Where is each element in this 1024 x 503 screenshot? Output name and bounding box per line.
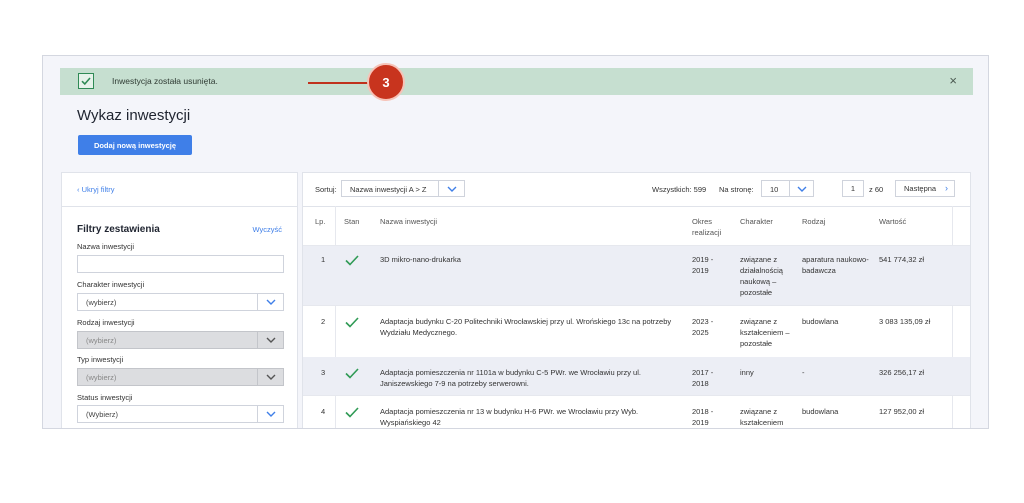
check-square-icon <box>78 73 94 89</box>
status-select[interactable]: (Wybierz) <box>77 405 284 423</box>
alert-message: Inwestycja została usunięta. <box>112 76 218 86</box>
cell-character: związane z kształceniem – pozostałe <box>740 317 790 348</box>
hide-filters-label: Ukryj filtry <box>81 185 115 194</box>
header-period[interactable]: Okres realizacji <box>692 216 732 238</box>
investments-table-panel: Sortuj: Nazwa inwestycji A > Z Wszystkic… <box>302 172 971 428</box>
cell-character: inny <box>740 368 754 377</box>
check-icon <box>345 366 359 384</box>
cell-kind: budowlana <box>802 407 839 416</box>
sort-select[interactable]: Nazwa inwestycji A > Z <box>341 180 465 197</box>
header-kind[interactable]: Rodzaj <box>802 216 825 227</box>
chevron-down-icon <box>257 332 283 348</box>
check-icon <box>345 253 359 271</box>
check-icon <box>345 315 359 333</box>
investment-name-input[interactable] <box>77 255 284 273</box>
annotation-line <box>308 82 368 84</box>
per-page-value: 10 <box>770 185 779 194</box>
cell-lp: 2 <box>321 317 326 326</box>
filter-label-kind: Rodzaj inwestycji <box>77 318 135 327</box>
sort-select-value: Nazwa inwestycji A > Z <box>350 185 427 194</box>
kind-select-value: (wybierz) <box>86 336 117 345</box>
cell-value: 127 952,00 zł <box>879 407 925 416</box>
filter-label-status: Status inwestycji <box>77 393 133 402</box>
page-title: Wykaz inwestycji <box>77 107 191 124</box>
chevron-right-icon: › <box>945 183 948 193</box>
cell-lp: 1 <box>321 255 326 264</box>
cell-period: 2018 - 2019 <box>692 407 714 427</box>
filter-label-character: Charakter inwestycji <box>77 280 145 289</box>
cell-name[interactable]: Adaptacja budynku C-20 Politechniki Wroc… <box>380 316 685 338</box>
per-page-label: Na stronę: <box>719 185 754 194</box>
header-name[interactable]: Nazwa inwestycji <box>380 216 437 227</box>
annotation-badge: 3 <box>367 63 405 101</box>
character-select-value: (wybierz) <box>86 298 117 307</box>
filter-label-type: Typ inwestycji <box>77 355 124 364</box>
chevron-down-icon <box>257 406 283 422</box>
header-lp: Lp. <box>315 217 326 226</box>
chevron-down-icon <box>438 181 464 196</box>
chevron-down-icon <box>789 181 813 196</box>
chevron-down-icon <box>257 294 283 310</box>
hide-filters-link[interactable]: ‹ Ukryj filtry <box>77 185 115 194</box>
per-page-select[interactable]: 10 <box>761 180 814 197</box>
clear-filters-link[interactable]: Wyczyść <box>252 225 282 234</box>
add-investment-button[interactable]: Dodaj nową inwestycję <box>78 135 192 155</box>
success-alert: Inwestycja została usunięta. × <box>60 68 973 95</box>
header-state: Stan <box>344 217 360 226</box>
header-value[interactable]: Wartość <box>879 216 906 227</box>
sort-label: Sortuj: <box>315 185 337 194</box>
page-count: z 60 <box>869 185 884 194</box>
character-select[interactable]: (wybierz) <box>77 293 284 311</box>
header-character[interactable]: Charakter <box>740 216 773 227</box>
cell-value: 541 774,32 zł <box>879 255 925 264</box>
divider <box>62 206 297 207</box>
cell-name[interactable]: 3D mikro-nano-drukarka <box>380 254 685 265</box>
type-select-value: (wybierz) <box>86 373 117 382</box>
cell-lp: 3 <box>321 368 326 377</box>
cell-kind: budowlana <box>802 317 839 326</box>
chevron-down-icon <box>257 369 283 385</box>
app-frame: Inwestycja została usunięta. × 3 Wykaz i… <box>42 55 989 429</box>
cell-period: 2023 - 2025 <box>692 317 714 337</box>
cell-period: 2019 - 2019 <box>692 255 714 275</box>
cell-period: 2017 - 2018 <box>692 368 714 388</box>
cell-kind: - <box>802 368 805 377</box>
next-page-button[interactable]: Następna › <box>895 180 955 197</box>
filters-panel: ‹ Ukryj filtry Filtry zestawienia Wyczyś… <box>61 172 298 428</box>
status-select-value: (Wybierz) <box>86 410 119 419</box>
check-icon <box>345 405 359 423</box>
cell-character: związane z kształceniem <box>740 407 784 427</box>
filters-title: Filtry zestawienia <box>77 224 160 235</box>
total-count: Wszystkich: 599 <box>652 185 707 194</box>
cell-value: 326 256,17 zł <box>879 368 925 377</box>
divider <box>303 206 970 207</box>
next-page-label: Następna <box>904 184 937 193</box>
close-icon[interactable]: × <box>949 73 957 89</box>
cell-character: związane z działalnością naukową – pozos… <box>740 255 783 297</box>
cell-lp: 4 <box>321 407 326 416</box>
cell-value: 3 083 135,09 zł <box>879 317 931 326</box>
cell-name[interactable]: Adaptacja pomieszczenia nr 13 w budynku … <box>380 406 685 428</box>
page-number-input[interactable]: 1 <box>842 180 864 197</box>
kind-select: (wybierz) <box>77 331 284 349</box>
filter-label-name: Nazwa inwestycji <box>77 242 135 251</box>
row-divider <box>303 245 970 246</box>
cell-name[interactable]: Adaptacja pomieszczenia nr 1101a w budyn… <box>380 367 685 389</box>
type-select: (wybierz) <box>77 368 284 386</box>
cell-kind: aparatura naukowo-badawcza <box>802 255 869 275</box>
